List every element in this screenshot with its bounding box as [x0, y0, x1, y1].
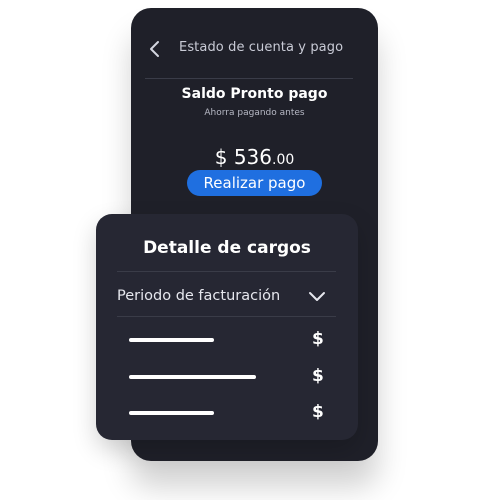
charge-row: $ [96, 366, 358, 390]
chevron-down-icon [309, 292, 325, 301]
charge-currency: $ [312, 366, 324, 386]
charges-detail-card: Detalle de cargos Periodo de facturación… [96, 214, 358, 440]
balance-amount: $ 536.00 [131, 145, 378, 169]
header-divider [145, 78, 353, 79]
charges-divider-top [117, 271, 336, 272]
pay-button[interactable]: Realizar pago [187, 170, 322, 196]
charge-placeholder-bar [129, 375, 256, 379]
balance-title: Saldo Pronto pago [181, 86, 328, 102]
page-title: Estado de cuenta y pago [179, 40, 344, 55]
charges-title: Detalle de cargos [143, 238, 311, 258]
charge-currency: $ [312, 329, 324, 349]
charge-currency: $ [312, 402, 324, 422]
charges-divider-bottom [117, 316, 336, 317]
amount-cents: .00 [272, 152, 295, 168]
app-mockup: Estado de cuenta y pago Saldo Pronto pag… [0, 0, 500, 500]
charge-placeholder-bar [129, 338, 214, 342]
billing-period-label: Periodo de facturación [117, 288, 281, 304]
charge-row: $ [96, 329, 358, 353]
amount-main: $ 536 [214, 145, 272, 169]
balance-subtitle: Ahorra pagando antes [204, 108, 305, 118]
chevron-left-icon[interactable] [147, 40, 163, 58]
charge-placeholder-bar [129, 411, 214, 415]
screen-header: Estado de cuenta y pago [131, 38, 378, 62]
charge-row: $ [96, 402, 358, 426]
billing-period-dropdown[interactable]: Periodo de facturación [117, 284, 336, 314]
